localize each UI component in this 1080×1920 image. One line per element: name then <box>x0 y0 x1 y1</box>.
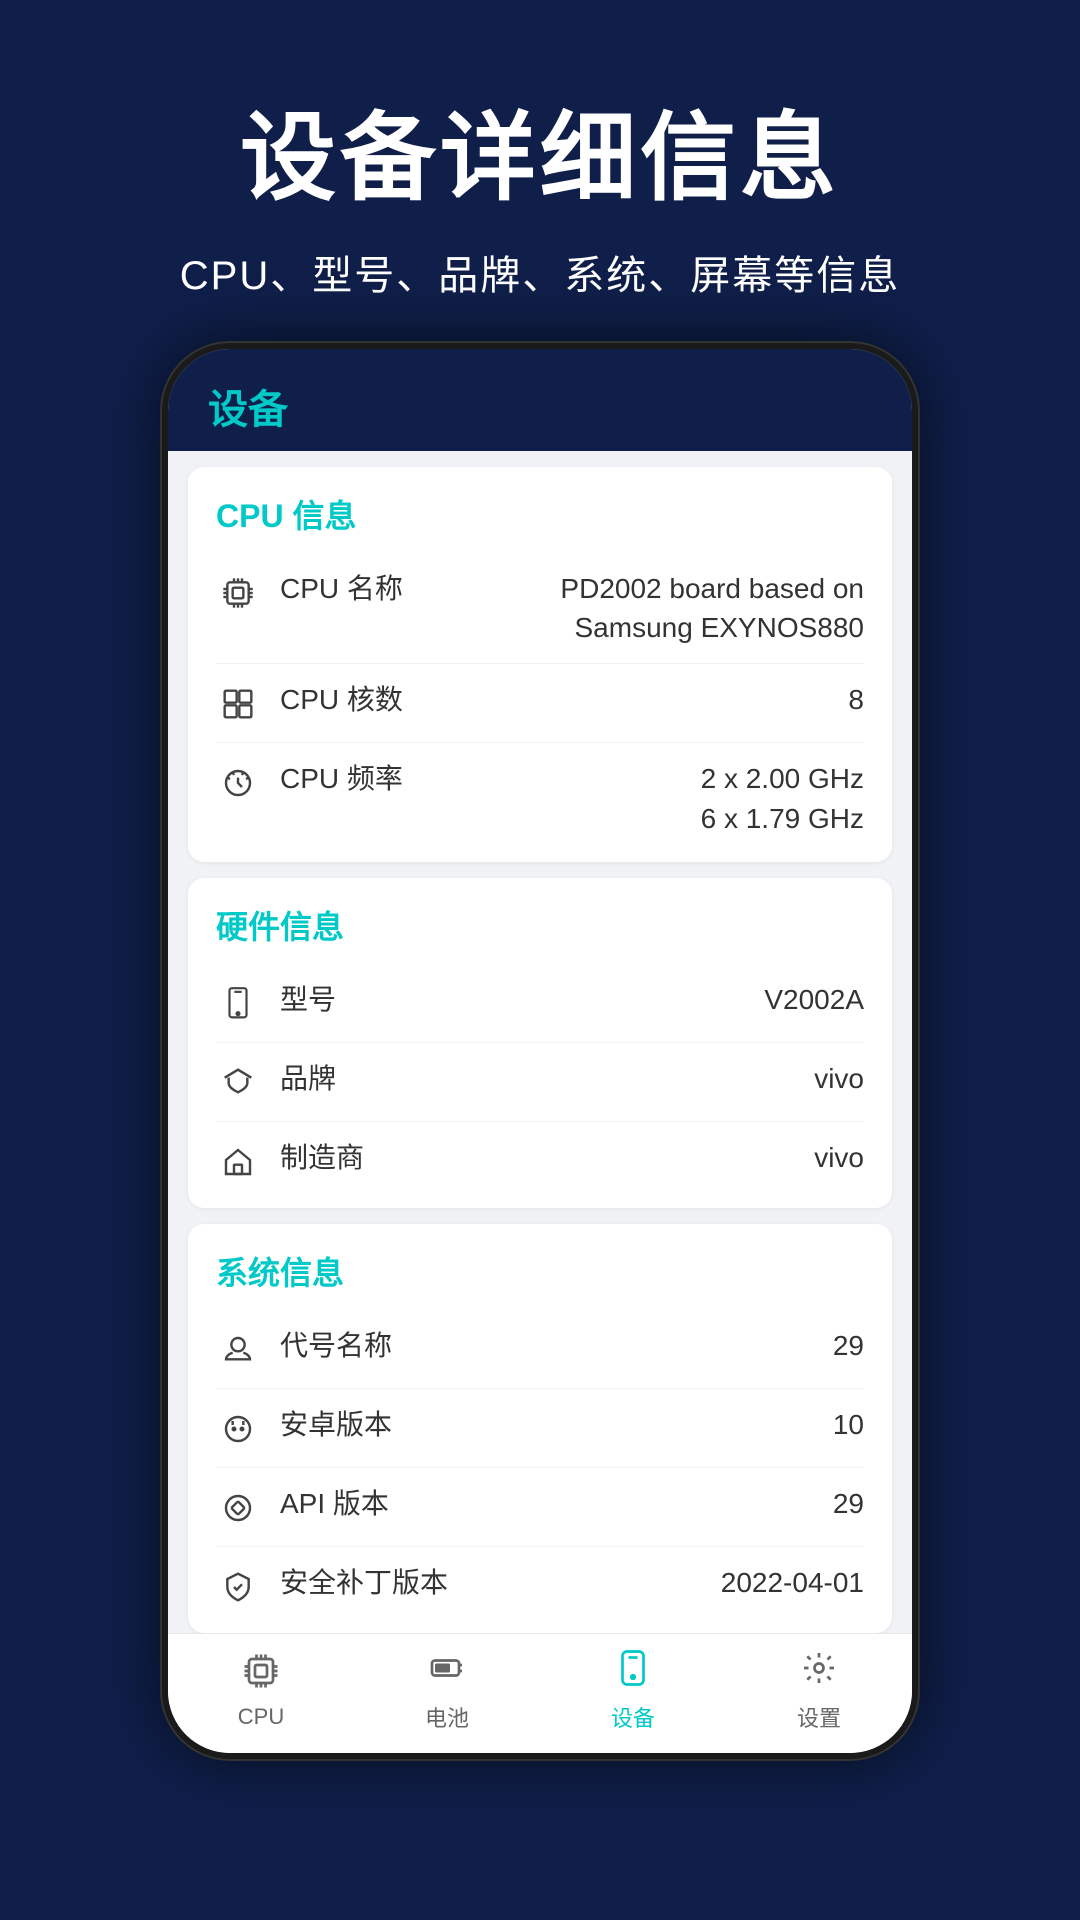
cpu-info-card: CPU 信息 CPU 名称 <box>188 467 892 862</box>
brand-row: 品牌 vivo <box>216 1043 864 1122</box>
cpu-freq-label: CPU 频率 <box>280 759 701 798</box>
android-icon <box>216 1407 260 1451</box>
model-value: V2002A <box>764 980 864 1019</box>
manufacturer-row: 制造商 vivo <box>216 1122 864 1184</box>
hardware-info-card: 硬件信息 型号 V2002A <box>188 878 892 1208</box>
cpu-cores-row: CPU 核数 8 <box>216 664 864 743</box>
cpu-name-row: CPU 名称 PD2002 board based on Samsung EXY… <box>216 553 864 664</box>
cpu-freq-icon <box>216 761 260 805</box>
codename-label: 代号名称 <box>280 1326 833 1365</box>
codename-icon <box>216 1328 260 1372</box>
cpu-freq-value: 2 x 2.00 GHz6 x 1.79 GHz <box>701 759 864 837</box>
device-nav-label: 设备 <box>611 1701 655 1733</box>
cpu-cores-icon <box>216 682 260 726</box>
phone-content[interactable]: CPU 信息 CPU 名称 <box>168 451 912 1633</box>
phone-container: 设备 CPU 信息 <box>150 341 930 1920</box>
android-label: 安卓版本 <box>280 1405 833 1444</box>
cpu-name-icon <box>216 571 260 615</box>
screen-title: 设备 <box>208 388 288 432</box>
codename-row: 代号名称 29 <box>216 1310 864 1389</box>
cpu-section-title: CPU 信息 <box>216 491 864 537</box>
api-value: 29 <box>833 1484 864 1523</box>
cpu-name-value: PD2002 board based on Samsung EXYNOS880 <box>444 569 864 647</box>
api-icon <box>216 1486 260 1530</box>
nav-item-settings[interactable]: 设置 <box>726 1650 912 1733</box>
bottom-nav: CPU 电池 <box>168 1633 912 1753</box>
hardware-section-title: 硬件信息 <box>216 902 864 948</box>
battery-nav-icon <box>429 1650 465 1695</box>
cpu-nav-icon <box>243 1653 279 1698</box>
cpu-name-label: CPU 名称 <box>280 569 444 608</box>
page-title: 设备详细信息 <box>60 80 1020 219</box>
security-icon <box>216 1565 260 1609</box>
phone-screen: 设备 CPU 信息 <box>168 349 912 1753</box>
phone-topbar: 设备 <box>168 349 912 451</box>
brand-icon <box>216 1061 260 1105</box>
codename-value: 29 <box>833 1326 864 1365</box>
device-nav-icon <box>615 1650 651 1695</box>
nav-item-battery[interactable]: 电池 <box>354 1650 540 1733</box>
security-row: 安全补丁版本 2022-04-01 <box>216 1547 864 1609</box>
nav-item-cpu[interactable]: CPU <box>168 1653 354 1730</box>
model-icon <box>216 982 260 1026</box>
header: 设备详细信息 CPU、型号、品牌、系统、屏幕等信息 <box>0 0 1080 341</box>
cpu-nav-label: CPU <box>238 1704 284 1730</box>
android-value: 10 <box>833 1405 864 1444</box>
system-info-card: 系统信息 代号名称 29 <box>188 1224 892 1633</box>
manufacturer-label: 制造商 <box>280 1138 814 1177</box>
cpu-cores-label: CPU 核数 <box>280 680 848 719</box>
cpu-cores-value: 8 <box>848 680 864 719</box>
manufacturer-value: vivo <box>814 1138 864 1177</box>
nav-item-device[interactable]: 设备 <box>540 1650 726 1733</box>
security-value: 2022-04-01 <box>721 1563 864 1602</box>
manufacturer-icon <box>216 1140 260 1184</box>
page-subtitle: CPU、型号、品牌、系统、屏幕等信息 <box>60 243 1020 301</box>
security-label: 安全补丁版本 <box>280 1563 721 1602</box>
model-row: 型号 V2002A <box>216 964 864 1043</box>
settings-nav-icon <box>801 1650 837 1695</box>
phone-frame: 设备 CPU 信息 <box>160 341 920 1761</box>
system-section-title: 系统信息 <box>216 1248 864 1294</box>
android-row: 安卓版本 10 <box>216 1389 864 1468</box>
cpu-freq-row: CPU 频率 2 x 2.00 GHz6 x 1.79 GHz <box>216 743 864 837</box>
brand-value: vivo <box>814 1059 864 1098</box>
settings-nav-label: 设置 <box>797 1701 841 1733</box>
api-row: API 版本 29 <box>216 1468 864 1547</box>
api-label: API 版本 <box>280 1484 833 1523</box>
model-label: 型号 <box>280 980 764 1019</box>
brand-label: 品牌 <box>280 1059 814 1098</box>
battery-nav-label: 电池 <box>425 1701 469 1733</box>
